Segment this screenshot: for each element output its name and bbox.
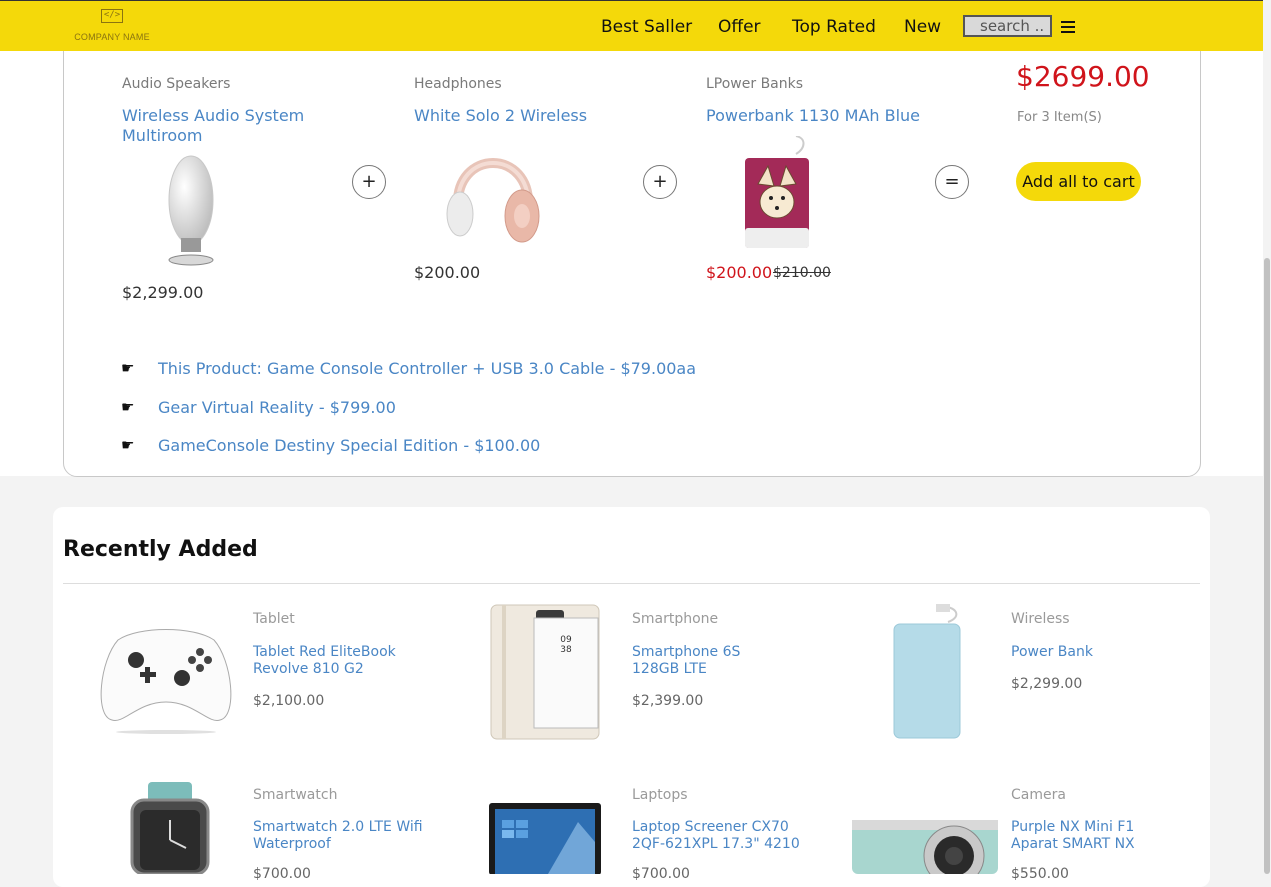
page-scrollbar[interactable] [1263, 0, 1271, 874]
smartphone-image[interactable]: 09 38 [490, 604, 600, 740]
product-price: $550.00 [1011, 866, 1069, 882]
old-price: $210.00 [773, 265, 831, 281]
gamepad-image[interactable] [98, 620, 234, 734]
divider [63, 583, 1200, 584]
laptop-image[interactable] [488, 802, 602, 874]
pointing-hand-icon: ☛ [121, 359, 135, 377]
svg-text:38: 38 [560, 645, 572, 655]
camera-image[interactable] [850, 806, 1000, 874]
product-title[interactable]: Tablet Red EliteBook Revolve 810 G2 [253, 644, 403, 678]
product-title[interactable]: Purple NX Mini F1 Aparat SMART NX [1011, 819, 1181, 853]
plus-icon: + [352, 165, 386, 199]
top-navbar: </> COMPANY NAME Best Saller Offer Top R… [0, 0, 1263, 51]
headphones-image[interactable] [444, 138, 542, 246]
menu-icon[interactable] [1061, 21, 1075, 33]
company-name: COMPANY NAME [74, 32, 150, 42]
equals-icon: = [935, 165, 969, 199]
speaker-image[interactable] [164, 150, 218, 268]
code-icon: </> [101, 9, 123, 23]
sale-price: $200.00 [706, 263, 773, 282]
product-price: $700.00 [632, 866, 690, 882]
svg-text:09: 09 [560, 635, 572, 645]
nav-new[interactable]: New [904, 17, 941, 37]
product-category: Laptops [632, 787, 688, 803]
bundle-total-price: $2699.00 [1016, 60, 1150, 93]
product-title[interactable]: Laptop Screener CX70 2QF-621XPL 17.3" 42… [632, 819, 802, 853]
section-heading: Recently Added [63, 537, 258, 562]
product-price: $2,299.00 [1011, 676, 1083, 692]
pointing-hand-icon: ☛ [121, 436, 135, 454]
product-category: Smartphone [632, 611, 719, 627]
product-title[interactable]: Smartphone 6S 128GB LTE [632, 644, 792, 678]
nav-offer[interactable]: Offer [718, 17, 761, 37]
product-category: Tablet [253, 611, 295, 627]
search-input[interactable]: search .. [963, 15, 1052, 37]
add-all-to-cart-button[interactable]: Add all to cart [1016, 162, 1141, 201]
bundle-link[interactable]: This Product: Game Console Controller + … [158, 359, 696, 378]
bundle-link[interactable]: GameConsole Destiny Special Edition - $1… [158, 436, 540, 455]
product-category: LPower Banks [706, 76, 804, 92]
product-price: $2,299.00 [122, 283, 204, 302]
powerbank-blue-image[interactable] [890, 604, 966, 740]
pointing-hand-icon: ☛ [121, 398, 135, 416]
product-price: $2,100.00 [253, 693, 325, 709]
product-price: $200.00 [414, 263, 481, 282]
product-price: $700.00 [253, 866, 311, 882]
smartwatch-image[interactable] [128, 782, 212, 874]
product-category: Smartwatch [253, 787, 338, 803]
company-logo[interactable]: </> COMPANY NAME [70, 9, 154, 42]
product-category: Audio Speakers [122, 76, 231, 92]
product-category: Camera [1011, 787, 1066, 803]
product-title[interactable]: Smartwatch 2.0 LTE Wifi Waterproof [253, 819, 423, 853]
product-price: $2,399.00 [632, 693, 704, 709]
bundle-link[interactable]: Gear Virtual Reality - $799.00 [158, 398, 396, 417]
product-title[interactable]: Powerbank 1130 MAh Blue [706, 106, 920, 126]
product-title[interactable]: White Solo 2 Wireless [414, 106, 587, 126]
scrollbar-thumb[interactable] [1264, 258, 1270, 874]
product-category: Headphones [414, 76, 502, 92]
plus-icon: + [643, 165, 677, 199]
powerbank-image[interactable] [744, 136, 814, 250]
product-category: Wireless [1011, 611, 1070, 627]
product-title[interactable]: Power Bank [1011, 644, 1161, 661]
product-title[interactable]: Wireless Audio System Multiroom [122, 106, 322, 146]
bundle-item-count: For 3 Item(S) [1017, 110, 1102, 125]
nav-best-saller[interactable]: Best Saller [601, 17, 692, 37]
nav-top-rated[interactable]: Top Rated [792, 17, 876, 37]
